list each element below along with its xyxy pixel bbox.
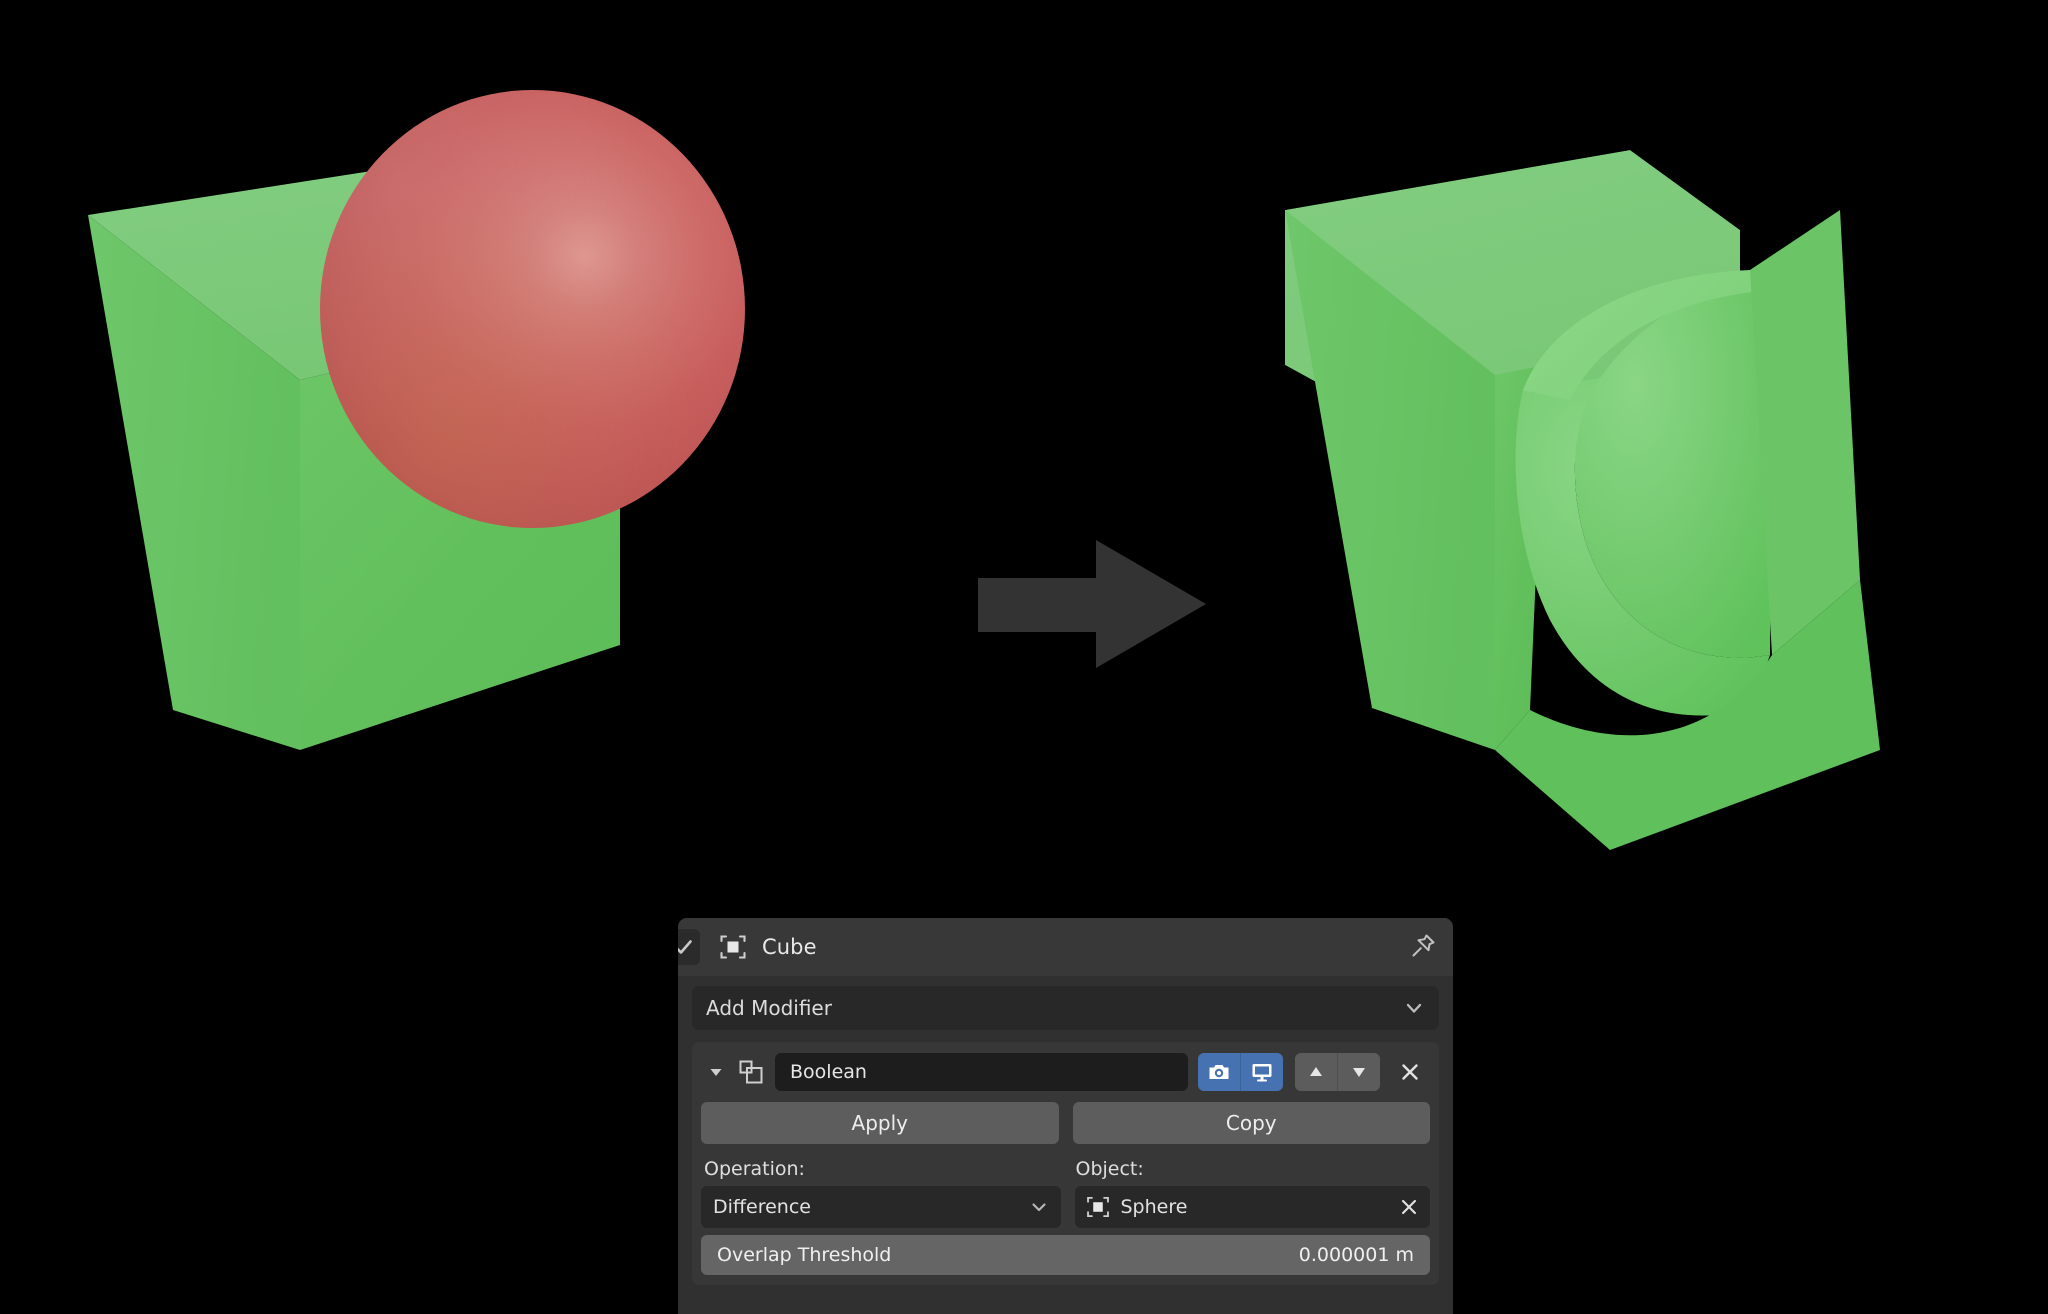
add-modifier-dropdown[interactable]: Add Modifier [692,986,1439,1030]
render-after-boolean [1280,150,1980,940]
arrow-right-icon [978,540,1206,668]
triangle-down-icon [1353,1068,1365,1077]
object-enable-checkbox[interactable] [678,929,700,965]
app-root: Cube Add Modifier Boolean Apply Copy Ope… [0,0,2048,1314]
sphere-object [320,90,745,528]
modifier-header-row: Boolean [701,1050,1430,1094]
chevron-down-icon [1403,997,1425,1019]
overlap-threshold-slider[interactable]: Overlap Threshold 0.000001 m [701,1235,1430,1275]
triangle-down-icon[interactable] [701,1052,731,1092]
boolean-modifier-icon [731,1057,771,1087]
add-modifier-label: Add Modifier [706,996,832,1020]
overlap-threshold-label: Overlap Threshold [717,1244,892,1266]
operation-value: Difference [713,1196,811,1218]
check-icon [678,940,692,954]
visibility-toggle-group [1198,1053,1283,1091]
modifier-action-row: Apply Copy [701,1102,1430,1144]
page-title: Cube [762,935,817,959]
modifier-name-value: Boolean [790,1061,867,1083]
object-value: Sphere [1120,1196,1188,1218]
pin-icon[interactable] [1407,932,1437,962]
panel-header: Cube [678,918,1453,976]
overlap-threshold-value: 0.000001 m [1298,1244,1414,1266]
chevron-down-icon [1029,1197,1049,1217]
modifier-field-row: Difference Sphere [701,1186,1430,1228]
cube-cavity-render [1285,150,1880,850]
move-modifier-down-button[interactable] [1337,1053,1380,1091]
copy-button[interactable]: Copy [1072,1102,1430,1144]
transformation-arrow [978,540,1208,670]
modifier-boolean-block: Boolean Apply Copy Operation: Object: Di… [692,1042,1439,1285]
overlap-threshold-row: Overlap Threshold 0.000001 m [701,1235,1430,1275]
object-data-icon [1085,1194,1111,1220]
modifier-field-labels: Operation: Object: [701,1158,1430,1180]
camera-icon [1209,1065,1229,1079]
properties-panel[interactable]: Cube Add Modifier Boolean Apply Copy Ope… [678,918,1453,1314]
x-icon [1401,1199,1417,1215]
render-before-boolean [60,90,980,920]
panel-body: Add Modifier Boolean Apply Copy Operatio… [678,976,1453,1285]
operation-dropdown[interactable]: Difference [701,1186,1061,1228]
move-modifier-up-button[interactable] [1295,1053,1337,1091]
modifier-name-input[interactable]: Boolean [775,1053,1188,1091]
triangle-up-icon [1310,1067,1322,1076]
render-visibility-toggle[interactable] [1198,1053,1240,1091]
object-selector[interactable]: Sphere [1074,1186,1430,1228]
viewport-visibility-toggle[interactable] [1240,1053,1283,1091]
operation-label: Operation: [704,1158,805,1180]
monitor-icon [1252,1064,1272,1082]
remove-modifier-button[interactable] [1390,1053,1430,1091]
object-data-icon [718,932,748,962]
object-label: Object: [1075,1158,1144,1180]
clear-object-button[interactable] [1398,1196,1420,1218]
apply-button[interactable]: Apply [701,1102,1059,1144]
modifier-reorder-group [1295,1053,1380,1091]
x-icon [1402,1064,1418,1080]
